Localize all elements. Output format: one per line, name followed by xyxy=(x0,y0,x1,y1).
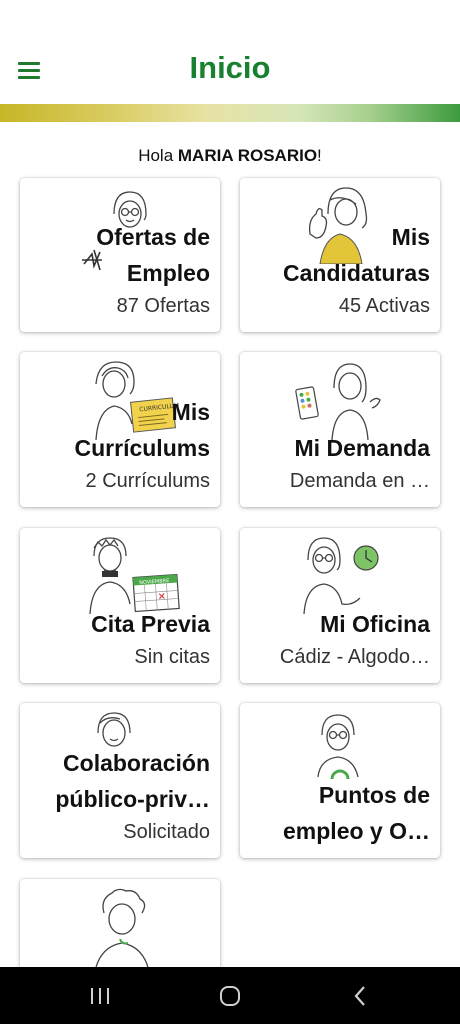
man-with-laptop-illustration xyxy=(317,714,359,780)
card-ofertas-empleo[interactable]: Ofertas de Empleo 87 Ofertas xyxy=(20,178,220,332)
man-with-calendar-illustration: NOVIEMBRE xyxy=(89,537,180,614)
card-title-line1: Mi Demanda xyxy=(294,435,430,461)
back-icon[interactable] xyxy=(320,967,400,1024)
card-title-line1: Cita Previa xyxy=(91,611,210,637)
card-title-line1: Puntos de xyxy=(318,782,430,808)
card-title-line2: empleo y O… xyxy=(283,818,430,844)
user-name: MARIA ROSARIO xyxy=(177,146,318,165)
card-subtitle: 2 Currículums xyxy=(85,470,210,492)
curly-hair-man-illustration xyxy=(93,888,151,977)
card-subtitle: Demanda en … xyxy=(289,470,430,492)
card-subtitle: Cádiz - Algodo… xyxy=(279,646,430,668)
card-subtitle: Sin citas xyxy=(134,646,210,668)
card-cita-previa[interactable]: NOVIEMBRE Cita Previa Sin citas xyxy=(20,528,220,683)
card-subtitle: 45 Activas xyxy=(338,295,430,317)
app-header: Inicio xyxy=(0,0,460,104)
woman-with-phone-illustration xyxy=(295,363,381,440)
card-title-line1: Mi Oficina xyxy=(320,611,430,637)
card-title-line2: Empleo xyxy=(126,260,210,286)
card-subtitle: Solicitado xyxy=(123,821,210,843)
home-icon[interactable] xyxy=(190,967,270,1024)
card-mi-demanda[interactable]: Mi Demanda Demanda en … xyxy=(240,352,440,507)
page-title: Inicio xyxy=(189,50,271,85)
thumbs-up-woman-illustration xyxy=(308,187,368,264)
card-title-line2: Currículums xyxy=(74,435,210,461)
card-title-line1: Ofertas de xyxy=(96,224,210,250)
card-puntos-de-empleo[interactable]: Puntos de empleo y O… xyxy=(240,703,440,858)
woman-with-clock-illustration xyxy=(303,537,379,614)
recent-apps-icon[interactable] xyxy=(60,967,140,1024)
header-gradient-bar xyxy=(0,104,460,122)
card-subtitle: 87 Ofertas xyxy=(116,295,210,317)
card-title-line2: Candidaturas xyxy=(283,260,430,286)
card-title-line1: Mis xyxy=(391,224,430,250)
card-title-line1: Colaboración xyxy=(63,750,210,776)
card-mis-curriculums[interactable]: CURRICULUM Mis Currículums 2 Currículums xyxy=(20,352,220,507)
card-title-line2: público-priv… xyxy=(55,786,210,812)
system-navigation-bar xyxy=(0,967,460,1024)
greeting-text: Hola MARIA ROSARIO! xyxy=(138,146,322,165)
card-colaboracion-publico-privada[interactable]: Colaboración público-priv… Solicitado xyxy=(20,703,220,858)
card-title-line1: Mis xyxy=(171,399,210,425)
card-mis-candidaturas[interactable]: Mis Candidaturas 45 Activas xyxy=(240,178,440,332)
card-mi-oficina[interactable]: Mi Oficina Cádiz - Algodo… xyxy=(240,528,440,683)
